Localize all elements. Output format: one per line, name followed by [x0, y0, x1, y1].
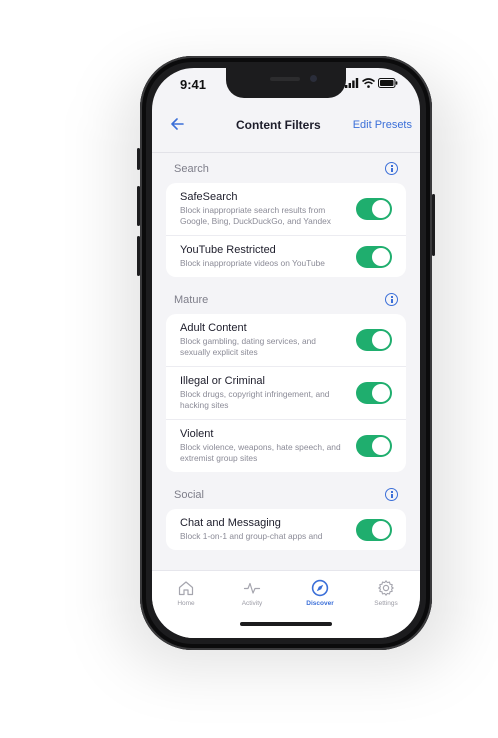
filter-title: Chat and Messaging [180, 517, 281, 529]
filter-title: YouTube Restricted [180, 244, 276, 256]
filter-title: Illegal or Criminal [180, 375, 265, 387]
filter-description: Block drugs, copyright infringement, and… [180, 389, 330, 410]
notch [226, 68, 346, 98]
filter-row-violent: Violent Block violence, weapons, hate sp… [166, 420, 406, 472]
safesearch-toggle[interactable] [356, 198, 392, 220]
wifi-icon [362, 78, 375, 88]
filter-title: Violent [180, 428, 214, 440]
toggle-knob [372, 437, 390, 455]
info-icon[interactable] [385, 488, 398, 501]
section-header: Social [152, 478, 420, 509]
adult-content-toggle[interactable] [356, 329, 392, 351]
info-icon[interactable] [385, 162, 398, 175]
speaker [270, 77, 300, 81]
tab-bar: Home Activity Discover Settings [152, 570, 420, 638]
filter-description: Block 1-on-1 and group-chat apps and [180, 531, 323, 541]
section-title: Social [174, 489, 204, 501]
tab-label: Home [177, 600, 195, 607]
filter-card: Chat and Messaging Block 1-on-1 and grou… [166, 509, 406, 550]
tab-activity[interactable]: Activity [222, 579, 282, 607]
section-title: Search [174, 163, 209, 175]
violent-toggle[interactable] [356, 435, 392, 457]
back-button[interactable] [170, 116, 184, 134]
chat-messaging-toggle[interactable] [356, 518, 392, 541]
youtube-restricted-toggle[interactable] [356, 245, 392, 268]
camera [310, 75, 317, 82]
filter-card: SafeSearch Block inappropriate search re… [166, 183, 406, 277]
section-title: Mature [174, 294, 209, 306]
silent-switch [137, 148, 140, 170]
phone-screen: 9:41 Content Filters Edit Presets Search… [152, 68, 420, 638]
filter-description: Block inappropriate search results from … [180, 205, 331, 226]
volume-down-button [137, 236, 140, 276]
filter-row-illegal-criminal: Illegal or Criminal Block drugs, copyrig… [166, 367, 406, 420]
power-button [432, 194, 435, 256]
filter-card: Adult Content Block gambling, dating ser… [166, 314, 406, 472]
toggle-knob [372, 247, 390, 266]
home-icon [178, 581, 194, 596]
filter-title: Adult Content [180, 322, 247, 334]
tab-settings[interactable]: Settings [356, 579, 416, 607]
filters-list: Search SafeSearch Block inappropriate se… [152, 152, 420, 550]
filter-row-chat-messaging: Chat and Messaging Block 1-on-1 and grou… [166, 509, 406, 550]
info-icon[interactable] [385, 293, 398, 306]
filter-row-youtube-restricted: YouTube Restricted Block inappropriate v… [166, 236, 406, 277]
section-header: Mature [152, 283, 420, 314]
section-search: Search SafeSearch Block inappropriate se… [152, 152, 420, 277]
toggle-knob [372, 384, 390, 402]
arrow-left-icon [171, 118, 184, 130]
section-mature: Mature Adult Content Block gambling, dat… [152, 283, 420, 472]
toggle-knob [372, 200, 390, 218]
toggle-knob [372, 520, 390, 539]
home-indicator [240, 622, 332, 626]
nav-header: Content Filters Edit Presets [152, 108, 420, 144]
tab-label: Settings [374, 600, 398, 607]
filter-title: SafeSearch [180, 191, 238, 203]
volume-up-button [137, 186, 140, 226]
page-title: Content Filters [236, 118, 321, 132]
filter-description: Block inappropriate videos on YouTube [180, 258, 325, 268]
gear-icon [378, 580, 394, 596]
tab-label: Activity [241, 600, 263, 607]
section-header: Search [152, 152, 420, 183]
toggle-knob [372, 331, 390, 349]
signal-icon [345, 78, 359, 88]
tab-home[interactable]: Home [156, 579, 216, 607]
edit-presets-button[interactable]: Edit Presets [353, 119, 412, 131]
status-time: 9:41 [180, 77, 207, 92]
filter-row-adult-content: Adult Content Block gambling, dating ser… [166, 314, 406, 367]
filter-description: Block violence, weapons, hate speech, an… [180, 442, 341, 463]
tab-discover[interactable]: Discover [290, 579, 350, 607]
compass-icon [311, 579, 329, 597]
phone-frame: 9:41 Content Filters Edit Presets Search… [137, 56, 435, 650]
filter-row-safesearch: SafeSearch Block inappropriate search re… [166, 183, 406, 236]
section-social: Social Chat and Messaging Block 1-on-1 a… [152, 478, 420, 550]
activity-icon [243, 582, 261, 594]
status-icons [345, 78, 398, 88]
filter-description: Block gambling, dating services, and sex… [180, 336, 316, 357]
battery-icon [378, 78, 398, 88]
illegal-criminal-toggle[interactable] [356, 382, 392, 404]
tab-label: Discover [306, 600, 334, 607]
